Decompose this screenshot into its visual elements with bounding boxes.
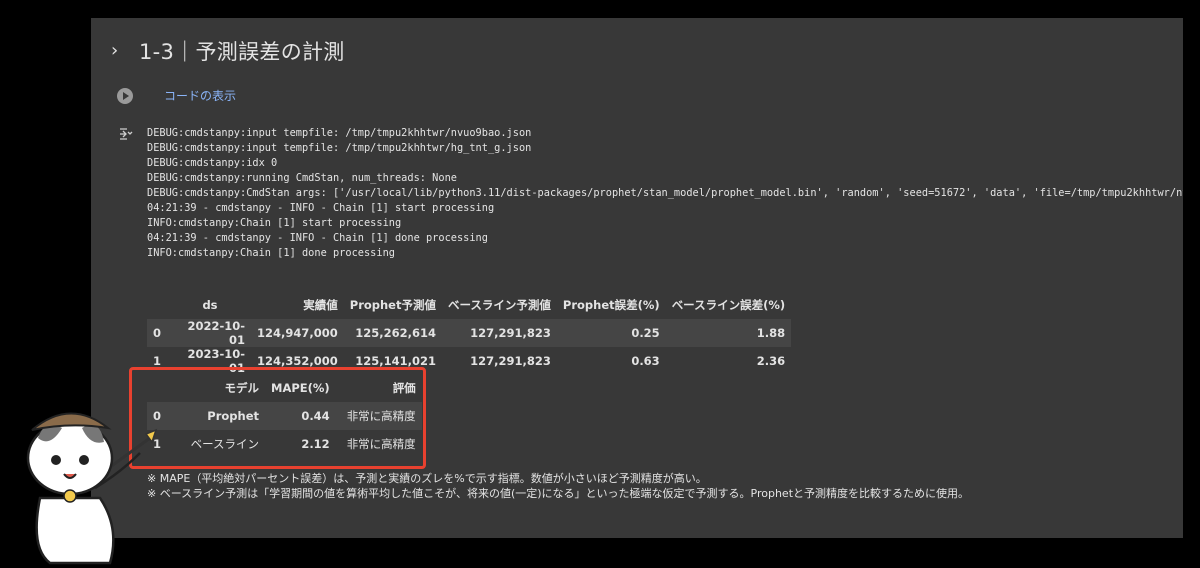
table-cell: 125,262,614 <box>343 319 442 347</box>
footnotes: ※ MAPE（平均絶対パーセント誤差）は、予測と実績のズレを%で示す指標。数値が… <box>147 471 969 501</box>
log-line: 04:21:39 - cmdstanpy - INFO - Chain [1] … <box>147 202 495 214</box>
forecast-table: ds 実績値 Prophet予測値 ベースライン予測値 Prophet誤差(%)… <box>147 291 792 375</box>
table-row: 0 2022-10-01 124,947,000 125,262,614 127… <box>147 319 792 347</box>
table-cell: 127,291,823 <box>470 354 551 368</box>
log-line: INFO:cmdstanpy:Chain [1] start processin… <box>147 217 402 229</box>
log-line: DEBUG:cmdstanpy:input tempfile: /tmp/tmp… <box>147 142 532 154</box>
show-code-link[interactable]: コードの表示 <box>164 87 236 104</box>
log-line: INFO:cmdstanpy:Chain [1] done processing <box>147 247 395 259</box>
highlight-box <box>129 367 426 469</box>
chevron-right-icon[interactable]: › <box>111 42 133 60</box>
footnote: ※ ベースライン予測は「学習期間の値を算術平均した値こそが、将来の値(一定)にな… <box>147 487 970 500</box>
log-line: DEBUG:cmdstanpy:running CmdStan, num_thr… <box>147 172 457 184</box>
table-header: 実績値 <box>303 298 338 312</box>
table-cell: 0.63 <box>631 354 660 368</box>
table-cell: 124,947,000 <box>251 319 344 347</box>
table-header: ベースライン誤差(%) <box>671 298 786 312</box>
table-header <box>147 291 169 319</box>
table-header: Prophet誤差(%) <box>562 298 660 312</box>
table-cell: 1.88 <box>665 319 792 347</box>
table-header: ベースライン予測値 <box>447 298 551 312</box>
code-cell-row: コードの表示 <box>117 87 236 104</box>
log-line: 04:21:39 - cmdstanpy - INFO - Chain [1] … <box>147 232 488 244</box>
detective-cat-mascot <box>26 412 158 565</box>
table-header-row: ds 実績値 Prophet予測値 ベースライン予測値 Prophet誤差(%)… <box>147 291 791 319</box>
table-cell: 127,291,823 <box>441 319 557 347</box>
log-line: DEBUG:cmdstanpy:idx 0 <box>147 157 278 169</box>
log-output: DEBUG:cmdstanpy:input tempfile: /tmp/tmp… <box>147 126 1183 261</box>
table-cell: 2022-10-01 <box>169 319 251 347</box>
output-toggle-icon[interactable] <box>118 126 134 142</box>
footnote: ※ MAPE（平均絶対パーセント誤差）は、予測と実績のズレを%で示す指標。数値が… <box>147 472 707 485</box>
table-cell: 0.25 <box>556 319 666 347</box>
section-header[interactable]: › 1-3｜予測誤差の計測 <box>111 34 345 68</box>
table-cell: 2.36 <box>756 354 786 368</box>
section-title: 1-3｜予測誤差の計測 <box>139 40 345 64</box>
table-header: ds <box>202 298 218 312</box>
run-cell-icon[interactable] <box>117 87 133 104</box>
log-line: DEBUG:cmdstanpy:input tempfile: /tmp/tmp… <box>147 127 532 139</box>
table-cell: 0 <box>147 319 169 347</box>
table-header: Prophet予測値 <box>349 298 436 312</box>
log-line: DEBUG:cmdstanpy:CmdStan args: ['/usr/loc… <box>147 187 1183 199</box>
